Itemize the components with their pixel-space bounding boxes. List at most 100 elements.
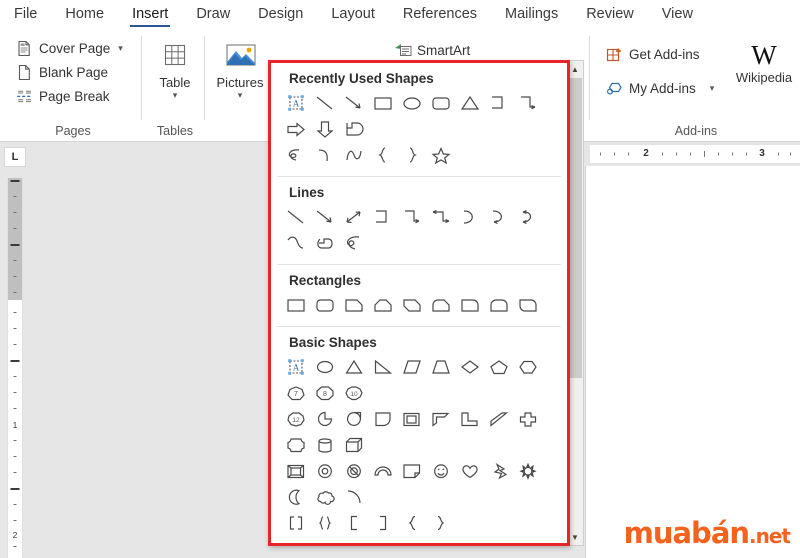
shape-octagon[interactable]: 8 (310, 380, 339, 406)
cover-page-button[interactable]: Cover Page ▾ (12, 36, 127, 60)
shape-double-bracket[interactable] (281, 510, 310, 536)
shape-plaque[interactable] (281, 432, 310, 458)
shape-decagon[interactable]: 10 (339, 380, 368, 406)
shape-donut[interactable] (310, 458, 339, 484)
shape-rounded-rectangle[interactable] (310, 292, 339, 318)
shape-snip-single-corner-rectangle[interactable] (339, 292, 368, 318)
chevron-down-icon[interactable]: ▾ (118, 43, 123, 54)
shape-round-same-side-corner-rectangle[interactable] (484, 292, 513, 318)
smartart-button[interactable]: SmartArt (390, 38, 474, 62)
shape-folded-corner[interactable] (397, 458, 426, 484)
shape-cube[interactable] (339, 432, 368, 458)
tab-home[interactable]: Home (51, 2, 118, 28)
shape-bevel[interactable] (281, 458, 310, 484)
shape-parallelogram[interactable] (397, 354, 426, 380)
shape-left-bracket[interactable] (339, 510, 368, 536)
shape-hexagon[interactable] (513, 354, 542, 380)
shapes-gallery-dropdown[interactable]: Recently Used Shapes A Lines Rectangles … (268, 60, 570, 546)
chevron-down-icon[interactable]: ▾ (710, 83, 715, 94)
shape-line[interactable] (310, 90, 339, 116)
shape-cloud[interactable] (310, 484, 339, 510)
tab-layout[interactable]: Layout (317, 2, 389, 28)
shape-snip-and-round-single-corner-rectangle[interactable] (426, 292, 455, 318)
shape-pie[interactable] (310, 406, 339, 432)
shape-elbow-connector[interactable] (368, 204, 397, 230)
shape-left-brace[interactable] (397, 510, 426, 536)
shape-isosceles-triangle[interactable] (339, 354, 368, 380)
shape-frame[interactable] (368, 406, 397, 432)
shape-diagonal-stripe[interactable] (484, 406, 513, 432)
shape-teardrop[interactable] (339, 406, 368, 432)
shape-oval[interactable] (397, 90, 426, 116)
shape-text-box[interactable]: A (281, 90, 310, 116)
shape-round-single-corner-rectangle[interactable] (455, 292, 484, 318)
shape-curved-connector[interactable] (455, 204, 484, 230)
shape-diamond[interactable] (455, 354, 484, 380)
chevron-down-icon[interactable]: ▾ (238, 90, 243, 100)
shape-pentagon[interactable] (484, 354, 513, 380)
shape-line-double-arrow[interactable] (339, 204, 368, 230)
shape-curve[interactable] (281, 230, 310, 256)
shape-arc[interactable] (339, 484, 368, 510)
shape-lightning-bolt[interactable] (484, 458, 513, 484)
shape-right-brace[interactable] (426, 510, 455, 536)
shape-sun[interactable] (513, 458, 542, 484)
my-addins-button[interactable]: My Add-ins ▾ (602, 76, 718, 100)
shape-frame-sq[interactable] (397, 406, 426, 432)
chevron-down-icon[interactable]: ▾ (173, 90, 178, 100)
shape-isosceles-triangle[interactable] (455, 90, 484, 116)
shape-line[interactable] (281, 204, 310, 230)
shape-trapezoid[interactable] (426, 354, 455, 380)
shape-down-arrow[interactable] (310, 116, 339, 142)
shape-smiley-face[interactable] (426, 458, 455, 484)
table-button[interactable]: Table ▾ (147, 36, 203, 100)
get-addins-button[interactable]: Get Add-ins (602, 42, 718, 66)
shape-right-arrow[interactable] (281, 116, 310, 142)
shape-elbow-arrow-connector[interactable] (513, 90, 542, 116)
shape-star-5-point[interactable] (426, 142, 455, 168)
shape-curve[interactable] (310, 142, 339, 168)
shape-elbow-connector[interactable] (484, 90, 513, 116)
shape-line-arrow[interactable] (310, 204, 339, 230)
blank-page-button[interactable]: Blank Page (12, 60, 127, 84)
shape-heart[interactable] (455, 458, 484, 484)
shape-l-shape[interactable] (455, 406, 484, 432)
shape-heptagon[interactable]: 7 (281, 380, 310, 406)
vertical-ruler[interactable]: 1 2 (7, 178, 23, 558)
shape-moon[interactable] (281, 484, 310, 510)
shape-oval[interactable] (310, 354, 339, 380)
tab-review[interactable]: Review (572, 2, 648, 28)
scrollbar-thumb[interactable] (568, 78, 582, 378)
tab-mailings[interactable]: Mailings (491, 2, 572, 28)
page-break-button[interactable]: Page Break (12, 84, 127, 108)
shape-scribble[interactable] (281, 142, 310, 168)
shape-curved-double-arrow-connector[interactable] (513, 204, 542, 230)
shape-elbow-arrow-connector[interactable] (397, 204, 426, 230)
shape-curved-arrow-connector[interactable] (484, 204, 513, 230)
shape-scribble[interactable] (339, 230, 368, 256)
shape-rectangle[interactable] (281, 292, 310, 318)
shape-rounded-rectangle[interactable] (426, 90, 455, 116)
tab-file[interactable]: File (0, 2, 51, 28)
shape-double-brace[interactable] (310, 510, 339, 536)
shape-round-diagonal-corner-rectangle[interactable] (513, 292, 542, 318)
wikipedia-button[interactable]: W Wikipedia (732, 40, 796, 85)
shape-right-bracket[interactable] (368, 510, 397, 536)
shape-arc[interactable] (339, 142, 368, 168)
shape-freeform-shape[interactable] (310, 230, 339, 256)
shape-text-box[interactable]: A (281, 354, 310, 380)
shape-snip-diagonal-corner-rectangle[interactable] (397, 292, 426, 318)
document-page[interactable] (585, 166, 800, 558)
shape-cross[interactable] (513, 406, 542, 432)
tab-references[interactable]: References (389, 2, 491, 28)
shape-no-symbol[interactable] (339, 458, 368, 484)
tab-stop-selector[interactable]: L (4, 147, 26, 167)
shape-can[interactable] (310, 432, 339, 458)
shape-snip-same-side-corner-rectangle[interactable] (368, 292, 397, 318)
shape-right-triangle[interactable] (368, 354, 397, 380)
shape-right-brace[interactable] (397, 142, 426, 168)
shape-flowchart-delay[interactable] (339, 116, 368, 142)
tab-draw[interactable]: Draw (182, 2, 244, 28)
shape-rectangle[interactable] (368, 90, 397, 116)
shape-half-frame[interactable] (426, 406, 455, 432)
